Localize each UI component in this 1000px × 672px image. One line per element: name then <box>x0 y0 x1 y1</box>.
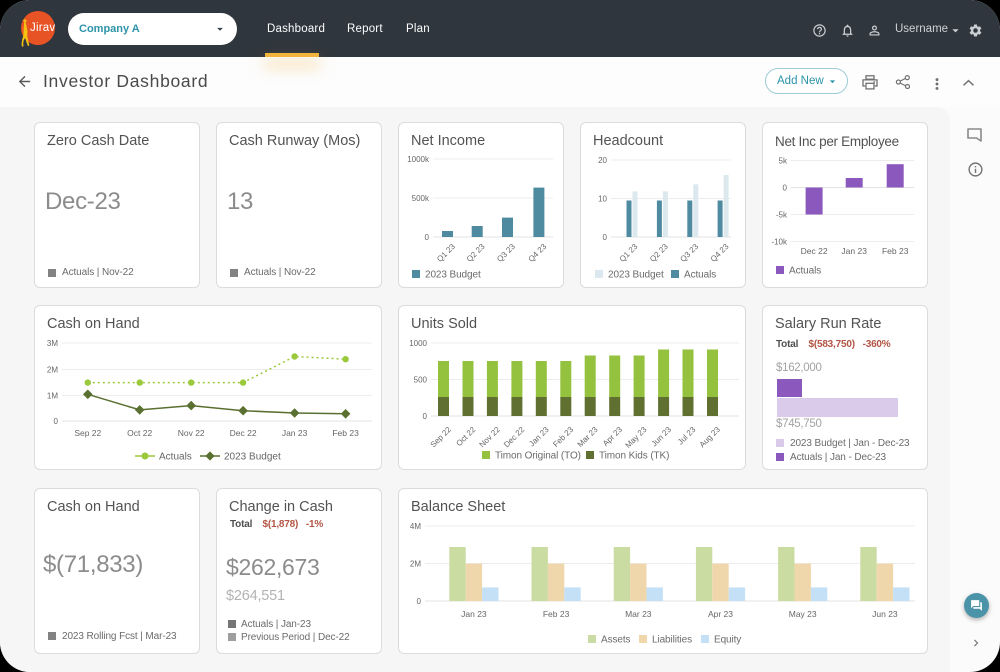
svg-text:Jun 23: Jun 23 <box>872 609 898 619</box>
svg-text:Feb 23: Feb 23 <box>551 425 575 449</box>
svg-text:Feb 23: Feb 23 <box>882 246 909 256</box>
svg-text:Q1 23: Q1 23 <box>435 242 457 264</box>
svg-text:Feb 23: Feb 23 <box>332 428 359 438</box>
svg-text:0: 0 <box>417 597 422 606</box>
svg-text:Timon Kids (TK): Timon Kids (TK) <box>599 451 669 462</box>
svg-text:0: 0 <box>603 233 608 242</box>
svg-text:Sep 22: Sep 22 <box>74 428 101 438</box>
svg-text:1000k: 1000k <box>407 155 430 164</box>
svg-text:2023 Budget: 2023 Budget <box>224 452 281 463</box>
svg-text:Jan 23: Jan 23 <box>461 609 487 619</box>
svg-text:10: 10 <box>598 195 607 204</box>
svg-text:Apr 23: Apr 23 <box>601 425 624 448</box>
svg-text:Oct 22: Oct 22 <box>454 425 477 448</box>
svg-text:Aug 23: Aug 23 <box>698 425 723 450</box>
svg-text:Actuals: Actuals <box>684 270 716 281</box>
svg-text:Mar 23: Mar 23 <box>625 609 652 619</box>
svg-text:Actuals: Actuals <box>789 266 821 277</box>
svg-text:Liabilities: Liabilities <box>652 635 692 646</box>
svg-text:Dec 22: Dec 22 <box>801 246 828 256</box>
svg-text:Sep 22: Sep 22 <box>429 425 454 450</box>
svg-text:-10k: -10k <box>771 238 788 247</box>
svg-text:Jan 23: Jan 23 <box>527 425 551 449</box>
svg-text:Q4 23: Q4 23 <box>709 242 731 264</box>
svg-text:0: 0 <box>423 412 428 421</box>
svg-text:500: 500 <box>414 376 428 385</box>
svg-text:Actuals: Actuals <box>159 452 192 463</box>
svg-text:Nov 22: Nov 22 <box>178 428 205 438</box>
svg-text:2023 Budget: 2023 Budget <box>425 270 481 281</box>
svg-text:0: 0 <box>783 184 788 193</box>
svg-text:Apr 23: Apr 23 <box>708 609 733 619</box>
svg-text:20: 20 <box>598 156 607 165</box>
svg-text:Q3 23: Q3 23 <box>495 242 517 264</box>
svg-text:Q4 23: Q4 23 <box>527 242 549 264</box>
svg-text:Feb 23: Feb 23 <box>543 609 570 619</box>
svg-text:Q2 23: Q2 23 <box>465 242 487 264</box>
svg-text:2023 Budget: 2023 Budget <box>608 270 664 281</box>
svg-text:Q3 23: Q3 23 <box>678 242 700 264</box>
svg-text:1000: 1000 <box>409 339 427 348</box>
svg-text:Dec 22: Dec 22 <box>502 425 527 450</box>
svg-text:Assets: Assets <box>601 635 631 646</box>
svg-text:May 23: May 23 <box>789 609 817 619</box>
svg-text:Timon Original (TO): Timon Original (TO) <box>495 451 581 462</box>
svg-text:2M: 2M <box>410 560 421 569</box>
svg-text:0: 0 <box>425 233 430 242</box>
svg-text:Nov 22: Nov 22 <box>478 425 503 450</box>
svg-text:5k: 5k <box>779 157 788 166</box>
svg-text:Dec 22: Dec 22 <box>230 428 257 438</box>
svg-text:Mar 23: Mar 23 <box>576 425 600 449</box>
svg-text:0: 0 <box>54 417 59 426</box>
svg-text:May 23: May 23 <box>624 425 649 450</box>
svg-text:Jul 23: Jul 23 <box>676 425 698 447</box>
svg-text:Jan 23: Jan 23 <box>841 246 867 256</box>
svg-text:Jan 23: Jan 23 <box>282 428 308 438</box>
svg-text:2M: 2M <box>47 366 58 375</box>
svg-text:Equity: Equity <box>714 635 741 646</box>
svg-text:-5k: -5k <box>776 211 788 220</box>
svg-text:Oct 22: Oct 22 <box>127 428 152 438</box>
svg-text:Jun 23: Jun 23 <box>650 425 674 449</box>
svg-text:1M: 1M <box>47 392 58 401</box>
svg-text:500k: 500k <box>412 194 430 203</box>
svg-text:3M: 3M <box>47 339 58 348</box>
svg-text:Q2 23: Q2 23 <box>648 242 670 264</box>
svg-text:Q1 23: Q1 23 <box>618 242 640 264</box>
svg-text:4M: 4M <box>410 522 421 531</box>
